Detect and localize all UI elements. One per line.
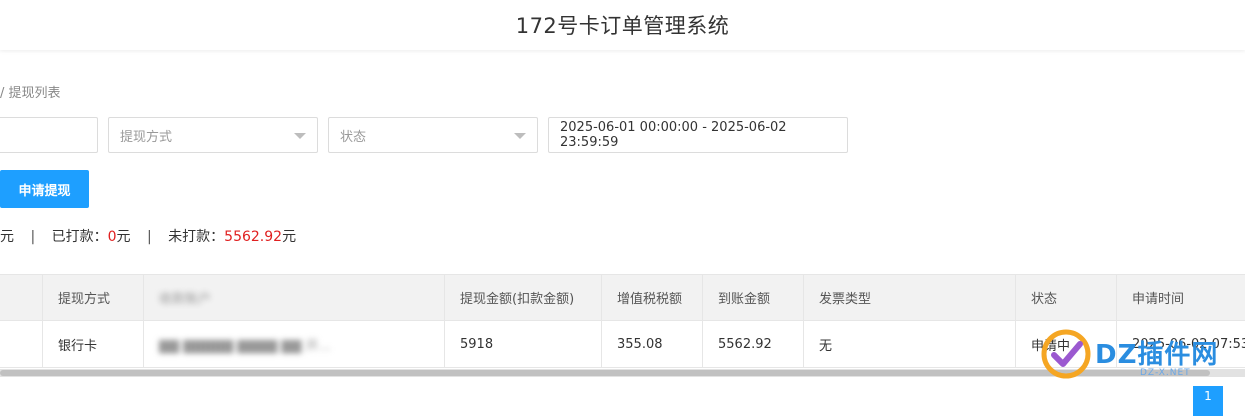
summary-unpaid-value: 5562.92 [224, 229, 283, 245]
summary-unpaid-unit: 元 [282, 229, 297, 245]
watermark-brand: DZ插件网 [1095, 340, 1219, 370]
scrollbar-thumb[interactable] [0, 370, 1210, 376]
table-cell-invoice: 无 [804, 321, 1016, 367]
summary-divider: | [30, 229, 36, 245]
summary-unpaid-label: 未打款： [168, 229, 225, 245]
app-title: 172号卡订单管理系统 [515, 14, 730, 38]
app-header: 172号卡订单管理系统 [0, 0, 1245, 50]
table-cell-received: 5562.92 [703, 321, 804, 367]
withdrawal-summary: 元 | 已打款：0元 | 未打款：5562.92元 [0, 226, 296, 246]
summary-paid-label: 已打款： [51, 229, 108, 245]
breadcrumb: / 提现列表 [0, 82, 61, 101]
chevron-down-icon [294, 133, 306, 139]
watermark-logo-icon [1041, 329, 1091, 379]
table-cell-amount: 5918 [445, 321, 602, 367]
keyword-input[interactable] [0, 117, 98, 153]
summary-paid-value: 0 [107, 229, 117, 245]
table-header-checkbox-col [0, 275, 43, 320]
table-header-cell: 收款账户 [144, 275, 445, 320]
table-header-cell: 增值税税额 [602, 275, 703, 320]
table-cell-method: 银行卡 [43, 321, 144, 367]
table-cell-account: ▇▇ ▇▇▇▇▇ ▇▇▇▇ ▇▇ 开... [144, 321, 445, 367]
status-select[interactable]: 状态 [328, 117, 538, 153]
table-cell-vat: 355.08 [602, 321, 703, 367]
table-header-cell: 提现金额(扣款金额) [445, 275, 602, 320]
status-select-placeholder: 状态 [340, 129, 367, 145]
table-header-cell: 到账金额 [703, 275, 804, 320]
watermark: DZ插件网 DZ-X.NET [1040, 328, 1240, 384]
table-header-row: 提现方式 收款账户 提现金额(扣款金额) 增值税税额 到账金额 发票类型 状态 … [0, 274, 1245, 321]
breadcrumb-current: / 提现列表 [0, 86, 61, 101]
date-range-input[interactable]: 2025-06-01 00:00:00 - 2025-06-02 23:59:5… [548, 117, 848, 153]
table-cell-checkbox [0, 321, 43, 367]
date-range-value: 2025-06-01 00:00:00 - 2025-06-02 23:59:5… [560, 120, 787, 150]
chevron-down-icon [514, 133, 526, 139]
table-header-cell: 状态 [1016, 275, 1117, 320]
method-select-placeholder: 提现方式 [120, 129, 173, 145]
pagination-current-page[interactable]: 1 [1193, 386, 1223, 416]
method-select[interactable]: 提现方式 [108, 117, 318, 153]
table-header-cell: 提现方式 [43, 275, 144, 320]
summary-total-unit: 元 [0, 229, 14, 245]
summary-paid-unit: 元 [116, 229, 131, 245]
watermark-sub: DZ-X.NET [1140, 368, 1191, 378]
table-header-cell: 申请时间 [1132, 292, 1185, 307]
table-cell-account-value: ▇▇ ▇▇▇▇▇ ▇▇▇▇ ▇▇ 开... [159, 338, 331, 354]
table-header-account: 收款账户 [159, 292, 212, 307]
table-header-cell: 发票类型 [804, 275, 1016, 320]
apply-withdrawal-button[interactable]: 申请提现 [0, 170, 89, 208]
summary-divider: | [147, 229, 152, 245]
